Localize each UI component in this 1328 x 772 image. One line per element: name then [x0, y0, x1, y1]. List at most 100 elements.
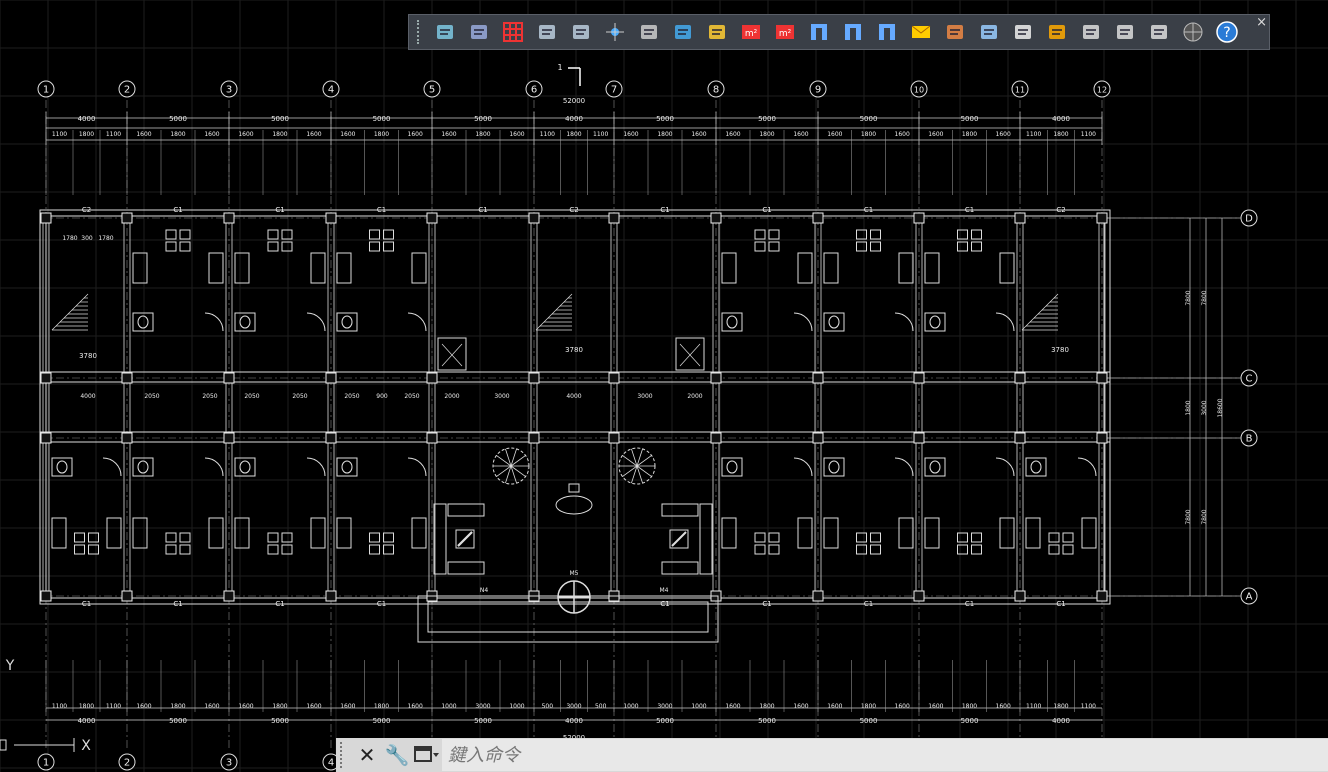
dim-top-sub: 1100	[106, 131, 121, 138]
axis-label-10: 10	[914, 86, 924, 95]
dim-bottom-sub: 3000	[566, 703, 581, 710]
dim-bottom-sub: 1600	[996, 703, 1011, 710]
command-input[interactable]	[442, 739, 1328, 771]
desk-chair	[179, 241, 191, 252]
dim-top-sub: 1100	[52, 131, 67, 138]
dim-bottom-bay: 5000	[474, 717, 492, 725]
coffee-table-mark	[671, 531, 687, 547]
notepad-icon[interactable]	[465, 19, 492, 46]
desk-chair	[179, 229, 191, 240]
grid-red-icon[interactable]	[499, 19, 526, 46]
desk-chair	[870, 532, 881, 543]
bed	[1025, 517, 1041, 549]
dim-top-sub: 1600	[136, 131, 151, 138]
toilet-icon	[341, 315, 353, 329]
column-frame-icon[interactable]	[533, 19, 560, 46]
door-swing	[204, 457, 224, 477]
axis-label-9: 9	[815, 85, 821, 96]
dim-right: 1800	[1185, 400, 1192, 415]
command-close-button[interactable]: ✕	[352, 740, 382, 770]
printer-icon[interactable]	[941, 19, 968, 46]
snap-point-icon[interactable]	[601, 19, 628, 46]
desk-chair	[971, 241, 982, 252]
corridor-dim: 2050	[202, 393, 217, 400]
dim-top-sub: 1600	[691, 131, 706, 138]
beam-icon[interactable]	[567, 19, 594, 46]
pen-icon[interactable]	[975, 19, 1002, 46]
desk-chair	[179, 532, 191, 543]
stair-icon[interactable]	[703, 19, 730, 46]
text-style-icon[interactable]	[1145, 19, 1172, 46]
ucs-box	[0, 739, 7, 751]
wall-icon[interactable]	[635, 19, 662, 46]
command-settings-icon[interactable]: 🔧	[382, 740, 412, 770]
sofa	[447, 503, 485, 517]
door-label: M5	[570, 570, 579, 577]
cad-toolbar: m² m²? ×	[408, 14, 1270, 50]
globe-icon[interactable]	[1179, 19, 1206, 46]
desk-chair	[281, 241, 293, 252]
column-pair-icon[interactable]	[805, 19, 832, 46]
corridor-dim: 2050	[244, 393, 259, 400]
plant-leaf	[636, 448, 643, 467]
column	[812, 372, 824, 384]
column	[608, 372, 620, 384]
column	[528, 432, 540, 444]
column	[1096, 590, 1108, 602]
toilet-icon	[929, 460, 941, 474]
dim-bottom-sub: 3000	[657, 703, 672, 710]
plotter-icon[interactable]	[1077, 19, 1104, 46]
axis-label-3: 3	[226, 85, 232, 96]
inner-wall	[45, 215, 1105, 599]
window-label: C1	[660, 206, 669, 214]
bed	[924, 252, 940, 284]
window-label-bottom: C1	[377, 600, 386, 608]
sofa	[661, 561, 699, 575]
window-label-bottom: C1	[275, 600, 284, 608]
area-m2-icon[interactable]: m²	[737, 19, 764, 46]
corridor-dim: 2050	[292, 393, 307, 400]
door-swing	[407, 457, 427, 477]
desk-chair	[957, 229, 968, 240]
dim-bottom-sub: 1000	[509, 703, 524, 710]
toilet-icon	[341, 460, 353, 474]
toolbar-close-button[interactable]: ×	[1256, 15, 1267, 30]
toolbar-grip[interactable]	[417, 20, 423, 44]
dim-top-sub: 1800	[759, 131, 774, 138]
desk-chair	[267, 544, 279, 555]
dim-top-bay: 4000	[1052, 115, 1070, 123]
stair-diagonal	[51, 293, 89, 331]
door-icon[interactable]	[669, 19, 696, 46]
command-bar-grip[interactable]	[340, 742, 348, 768]
svg-text:m²: m²	[744, 29, 757, 39]
plant-leaf	[505, 448, 512, 467]
column	[325, 590, 337, 602]
door-swing	[204, 312, 224, 332]
dim-bottom-sub: 1600	[340, 703, 355, 710]
layers-icon[interactable]	[1043, 19, 1070, 46]
command-history-icon[interactable]	[412, 740, 442, 770]
dim-top-sub: 1600	[725, 131, 740, 138]
dim-right: 7800	[1185, 290, 1192, 305]
sofa	[433, 503, 447, 575]
frame-icon[interactable]	[839, 19, 866, 46]
dim-right: 3000	[1201, 400, 1208, 415]
building-icon[interactable]	[431, 19, 458, 46]
corridor-dim: 3000	[494, 393, 509, 400]
area-table-icon[interactable]: m²	[771, 19, 798, 46]
text-align-icon[interactable]	[1111, 19, 1138, 46]
dim-bottom-bay: 5000	[961, 717, 979, 725]
sofa	[447, 561, 485, 575]
dim-bottom-bay: 4000	[1052, 717, 1070, 725]
toilet-icon	[929, 315, 941, 329]
window-label: C1	[762, 206, 771, 214]
desk-chair	[856, 241, 867, 252]
book-icon[interactable]	[1009, 19, 1036, 46]
desk-chair	[870, 241, 881, 252]
dim-top-bay: 5000	[758, 115, 776, 123]
desk-chair	[754, 229, 766, 240]
help-icon[interactable]: ?	[1213, 19, 1240, 46]
envelope-icon[interactable]	[907, 19, 934, 46]
frame-blue-icon[interactable]	[873, 19, 900, 46]
drawing-canvas[interactable]: 112233445566778899101011111212DCBA520004…	[0, 0, 1328, 772]
